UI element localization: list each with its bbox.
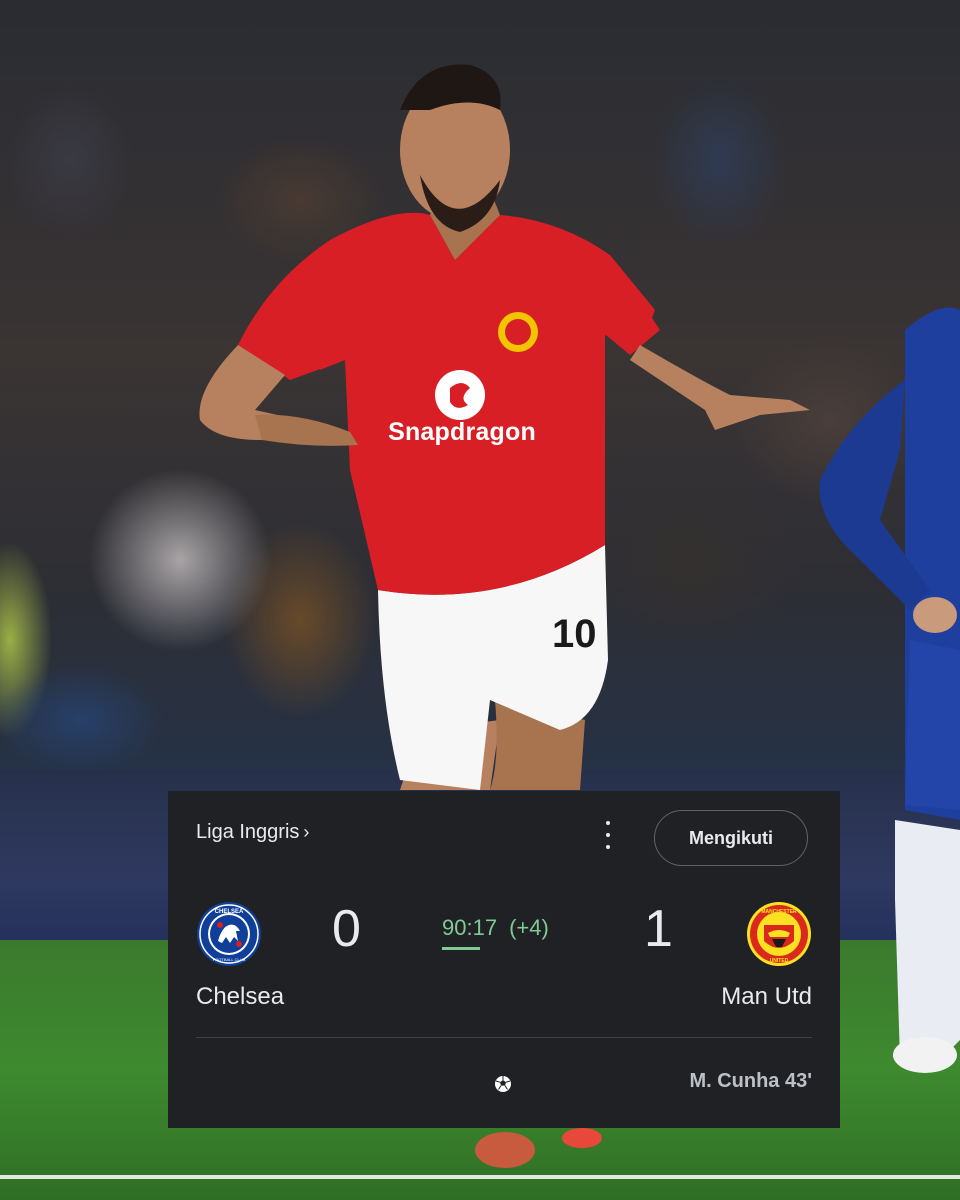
match-score-card: Liga Inggris › Mengikuti CHELSEA FOOTBALL…	[168, 791, 840, 1128]
soccer-ball-icon	[495, 1076, 511, 1092]
clock-time: 90:17	[442, 915, 498, 940]
league-link[interactable]: Liga Inggris ›	[196, 821, 309, 844]
sponsor-text: Snapdragon	[388, 418, 536, 446]
chelsea-crest-icon[interactable]: CHELSEA FOOTBALL CLUB	[196, 901, 262, 967]
follow-button[interactable]: Mengikuti	[654, 810, 808, 866]
crest-subtext: UNITED	[770, 958, 789, 964]
crest-subtext: FOOTBALL CLUB	[213, 957, 246, 962]
crest-text: MANCHESTER	[761, 909, 797, 915]
live-indicator-bar	[442, 947, 480, 950]
match-clock: 90:17 (+4)	[442, 915, 549, 941]
crest-text: CHELSEA	[215, 909, 244, 915]
away-score: 1	[644, 900, 673, 958]
chevron-right-icon: ›	[303, 822, 310, 842]
more-vert-icon[interactable]	[600, 821, 616, 849]
league-label: Liga Inggris	[196, 821, 300, 843]
divider	[196, 1037, 812, 1038]
goal-scorer: M. Cunha 43'	[689, 1070, 812, 1092]
home-score: 0	[332, 900, 361, 958]
away-team-name[interactable]: Man Utd	[721, 983, 812, 1011]
home-team-name[interactable]: Chelsea	[196, 983, 284, 1011]
shirt-number: 10	[552, 612, 597, 656]
man-utd-crest-icon[interactable]: MANCHESTER UNITED	[746, 901, 812, 967]
added-time: (+4)	[509, 915, 549, 940]
